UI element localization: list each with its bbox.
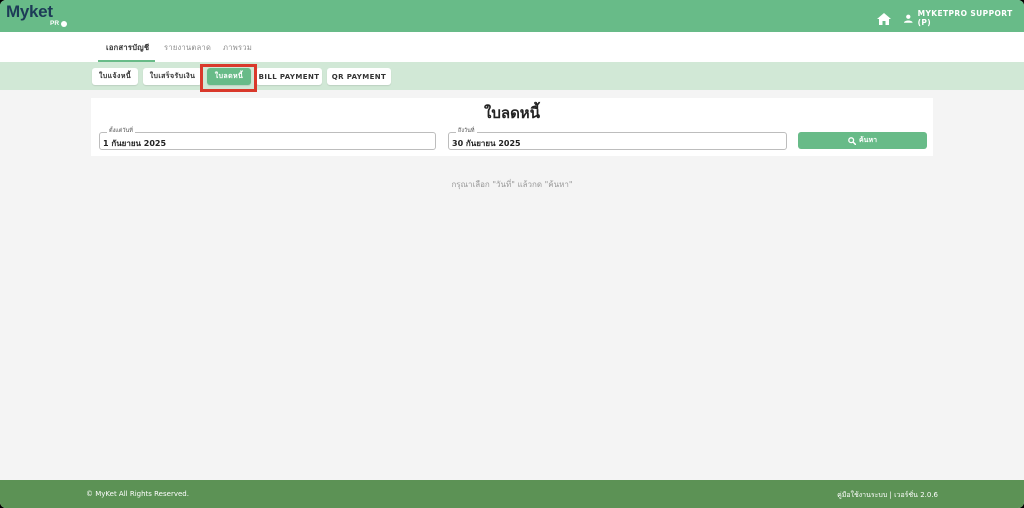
start-date-field[interactable]: ตั้งแต่วันที่ 1 กันยายน 2025	[99, 127, 436, 150]
search-card: ใบลดหนี้ ตั้งแต่วันที่ 1 กันยายน 2025 ถึ…	[91, 98, 933, 156]
home-icon[interactable]	[877, 10, 891, 25]
user-manual-link[interactable]: คู่มือใช้งานระบบ	[837, 491, 887, 499]
logo-dot-icon	[61, 21, 67, 27]
highlight-annotation	[200, 64, 257, 92]
end-date-value: 30 กันยายน 2025	[452, 139, 521, 148]
subtab-invoice[interactable]: ใบแจ้งหนี้	[92, 68, 138, 85]
logo-sub-text: PR	[50, 20, 60, 27]
subtab-qr-payment[interactable]: QR PAYMENT	[327, 68, 391, 85]
user-icon	[904, 14, 913, 23]
user-name: MYKETPRO SUPPORT (P)	[917, 9, 1013, 27]
version-text: เวอร์ชั่น 2.0.6	[894, 491, 938, 499]
logo[interactable]: Myket PR	[6, 3, 76, 31]
subtab-bill-payment[interactable]: BILL PAYMENT	[256, 68, 322, 85]
top-bar: Myket PR MYKETPRO SUPPORT (P)	[0, 0, 1024, 32]
footer: © MyKet All Rights Reserved. คู่มือใช้งา…	[0, 480, 1024, 508]
start-date-value: 1 กันยายน 2025	[103, 139, 167, 148]
page-title: ใบลดหนี้	[484, 104, 540, 122]
copyright-text: © MyKet All Rights Reserved.	[86, 490, 189, 498]
search-icon	[848, 136, 856, 145]
app-window: Myket PR MYKETPRO SUPPORT (P) เอกสารบัญช…	[0, 0, 1024, 508]
subtab-receipt[interactable]: ใบเสร็จรับเงิน	[143, 68, 202, 85]
footer-separator: |	[889, 491, 892, 499]
tab-overview[interactable]: ภาพรวม	[223, 42, 252, 54]
empty-state-hint: กรุณาเลือก "วันที่" แล้วกด "ค้นหา"	[451, 180, 573, 189]
tab-accounting-documents[interactable]: เอกสารบัญชี	[106, 42, 149, 54]
search-button[interactable]: ค้นหา	[798, 132, 927, 149]
start-date-label: ตั้งแต่วันที่	[107, 127, 135, 135]
end-date-field[interactable]: ถึงวันที่ 30 กันยายน 2025	[448, 127, 787, 150]
logo-text: Myket	[6, 2, 53, 21]
search-button-label: ค้นหา	[858, 136, 877, 144]
main-tabs: เอกสารบัญชี รายงานตลาด ภาพรวม	[0, 32, 1024, 62]
tab-market-report[interactable]: รายงานตลาด	[164, 42, 211, 54]
footer-right: คู่มือใช้งานระบบ | เวอร์ชั่น 2.0.6	[837, 490, 938, 501]
end-date-label: ถึงวันที่	[456, 127, 477, 135]
user-menu-button[interactable]: MYKETPRO SUPPORT (P)	[904, 9, 1024, 27]
sub-tabs-bar: ใบแจ้งหนี้ ใบเสร็จรับเงิน ใบลดหนี้ BILL …	[0, 62, 1024, 90]
